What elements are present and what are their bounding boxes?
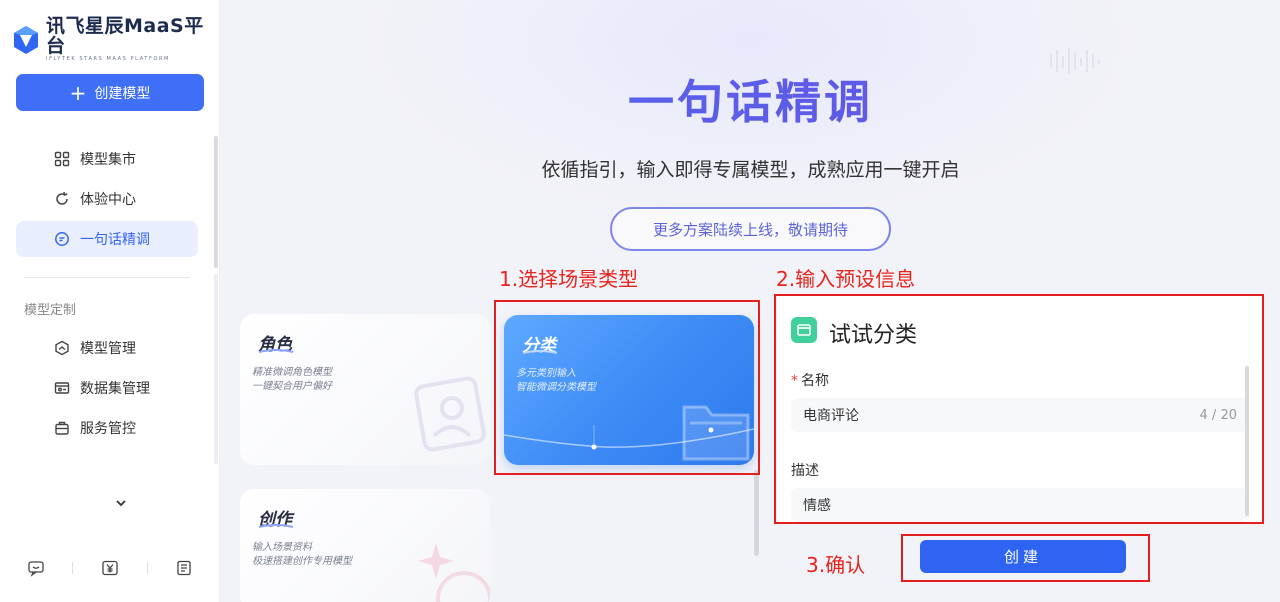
logo-subtitle: IFLYTEK STARS MAAS PLATFORM <box>46 56 170 62</box>
create-model-button[interactable]: + 创建模型 <box>16 74 204 111</box>
grid-icon <box>54 151 70 167</box>
sidebar-item-label: 数据集管理 <box>80 381 150 397</box>
page-title: 一句话精调 <box>221 66 1280 132</box>
toolbar-separator <box>72 562 73 574</box>
section-title: 模型定制 <box>24 303 77 318</box>
main-content: 一句话精调 依循指引，输入即得专属模型，成熟应用一键开启 更多方案陆续上线，敬请… <box>221 0 1280 602</box>
sidebar-item-model-market[interactable]: 模型集市 <box>16 141 198 177</box>
billing-icon[interactable] <box>101 559 119 577</box>
page-subtitle: 依循指引，输入即得专属模型，成熟应用一键开启 <box>541 159 960 181</box>
sidebar-item-dataset-management[interactable]: 数据集管理 <box>16 370 198 406</box>
sparkle-icon <box>418 543 490 602</box>
coming-soon-badge: 更多方案陆续上线，敬请期待 <box>610 207 891 251</box>
dataset-icon <box>54 380 70 396</box>
logo[interactable]: 讯飞星辰MaaS平台 IFLYTEK STARS MAAS PLATFORM <box>12 16 219 63</box>
feedback-icon[interactable] <box>27 559 45 577</box>
card-title-underline <box>258 349 294 353</box>
sidebar-item-experience-center[interactable]: 体验中心 <box>16 181 198 217</box>
annotation-box-step3 <box>901 534 1150 582</box>
annotation-step1: 1.选择场景类型 <box>499 267 639 291</box>
sidebar-item-label: 体验中心 <box>80 192 136 208</box>
sidebar: 讯飞星辰MaaS平台 IFLYTEK STARS MAAS PLATFORM +… <box>0 0 220 602</box>
annotation-step3: 3.确认 <box>806 553 866 577</box>
sidebar-scrollbar[interactable] <box>214 136 218 268</box>
portrait-icon <box>414 376 486 452</box>
cards-scrollbar[interactable] <box>754 470 759 556</box>
hexagon-icon <box>54 340 70 356</box>
annotation-step2: 2.输入预设信息 <box>776 267 916 291</box>
scenario-card-creation[interactable]: 创作 输入场景资料 极速搭建创作专用模型 <box>240 489 490 602</box>
logo-mark-icon <box>12 25 40 55</box>
sidebar-bottom-toolbar <box>0 556 220 582</box>
plus-icon: + <box>69 80 87 105</box>
annotation-box-step1 <box>494 300 760 475</box>
toolbar-separator <box>147 562 148 574</box>
sidebar-item-label: 一句话精调 <box>80 232 150 248</box>
sidebar-divider <box>24 277 190 278</box>
sidebar-item-model-management[interactable]: 模型管理 <box>16 330 198 366</box>
docs-icon[interactable] <box>175 559 193 577</box>
sidebar-item-one-sentence-tuning[interactable]: 一句话精调 <box>16 221 198 257</box>
sidebar-item-service-control[interactable]: 服务管控 <box>16 410 198 446</box>
card-desc-line2: 一键契合用户偏好 <box>252 381 332 392</box>
card-title-underline <box>258 524 294 528</box>
sidebar-scroll-track <box>214 274 218 464</box>
chevron-down-icon[interactable] <box>112 494 130 512</box>
sidebar-item-label: 服务管控 <box>80 421 136 437</box>
logo-title: 讯飞星辰MaaS平台 <box>46 15 204 57</box>
card-desc-line1: 精准微调角色模型 <box>252 367 332 378</box>
scenario-card-role[interactable]: 角色 精准微调角色模型 一键契合用户偏好 <box>240 314 490 465</box>
chat-icon <box>54 231 70 247</box>
sidebar-item-label: 模型管理 <box>80 341 136 357</box>
refresh-icon <box>54 191 70 207</box>
service-icon <box>54 420 70 436</box>
card-desc-line2: 极速搭建创作专用模型 <box>252 556 352 567</box>
create-model-label: 创建模型 <box>94 85 151 102</box>
annotation-box-step2 <box>774 294 1264 524</box>
sidebar-item-label: 模型集市 <box>80 152 136 168</box>
card-desc-line1: 输入场景资料 <box>252 542 312 553</box>
